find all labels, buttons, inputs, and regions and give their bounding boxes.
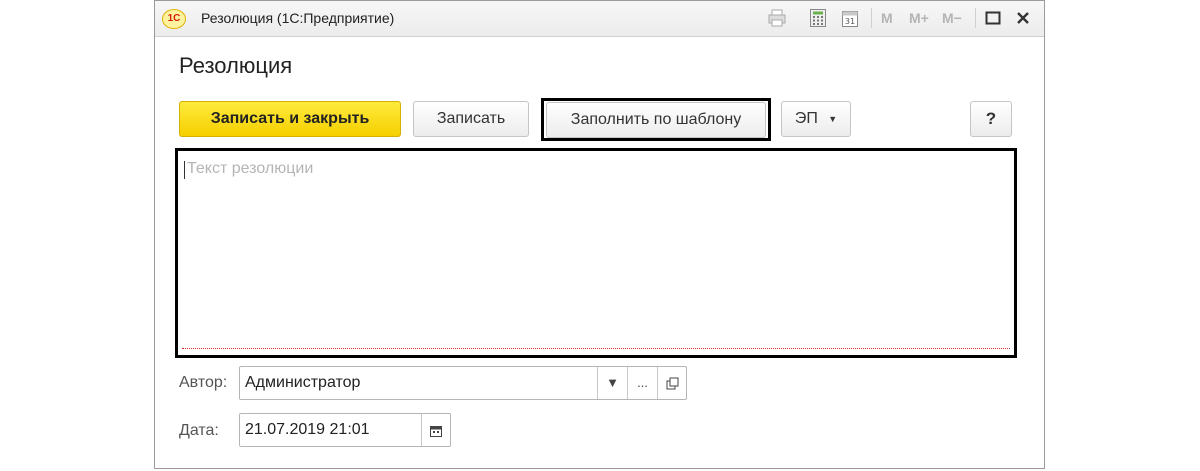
save-and-close-button[interactable]: Записать и закрыть xyxy=(179,101,401,137)
resolution-window: 1С Резолюция (1С:Предприятие) 31 M M+ M−… xyxy=(154,0,1045,469)
calendar-icon[interactable]: 31 xyxy=(841,9,859,27)
author-field[interactable]: Администратор ▼ ... xyxy=(239,366,687,400)
digital-signature-menu-button[interactable]: ЭП ▼ xyxy=(781,101,851,137)
resolution-text-input[interactable]: Текст резолюции xyxy=(175,148,1017,358)
memory-subtract-button[interactable]: M− xyxy=(942,9,962,27)
1c-logo-icon: 1С xyxy=(162,9,186,29)
memory-button[interactable]: M xyxy=(881,9,893,27)
page-title: Резолюция xyxy=(179,53,293,78)
date-field[interactable]: 21.07.2019 21:01 xyxy=(239,413,451,447)
chevron-down-icon: ▼ xyxy=(828,114,838,124)
select-from-list-button[interactable]: ... xyxy=(627,367,657,399)
calendar-icon[interactable] xyxy=(421,414,450,446)
help-button[interactable]: ? xyxy=(970,101,1012,137)
svg-text:31: 31 xyxy=(845,17,855,26)
author-value: Администратор xyxy=(245,374,361,391)
maximize-icon[interactable] xyxy=(985,9,1001,27)
calculator-icon[interactable] xyxy=(809,9,827,27)
digital-signature-label: ЭП xyxy=(794,110,818,128)
title-bar: 1С Резолюция (1С:Предприятие) 31 M M+ M− xyxy=(155,1,1044,37)
memory-add-button[interactable]: M+ xyxy=(909,9,929,27)
chevron-down-icon[interactable]: ▼ xyxy=(597,367,627,399)
date-label: Дата: xyxy=(179,422,219,439)
text-caret xyxy=(184,161,185,179)
resolution-text-placeholder: Текст резолюции xyxy=(187,160,314,177)
save-button[interactable]: Записать xyxy=(413,101,529,137)
required-field-underline xyxy=(182,348,1010,349)
print-icon[interactable] xyxy=(767,9,787,27)
highlight-frame xyxy=(541,98,771,141)
author-label: Автор: xyxy=(179,374,228,391)
date-value: 21.07.2019 21:01 xyxy=(245,421,370,438)
close-icon[interactable] xyxy=(1015,9,1031,27)
window-title: Резолюция (1С:Предприятие) xyxy=(201,10,395,26)
open-icon[interactable] xyxy=(657,367,686,399)
